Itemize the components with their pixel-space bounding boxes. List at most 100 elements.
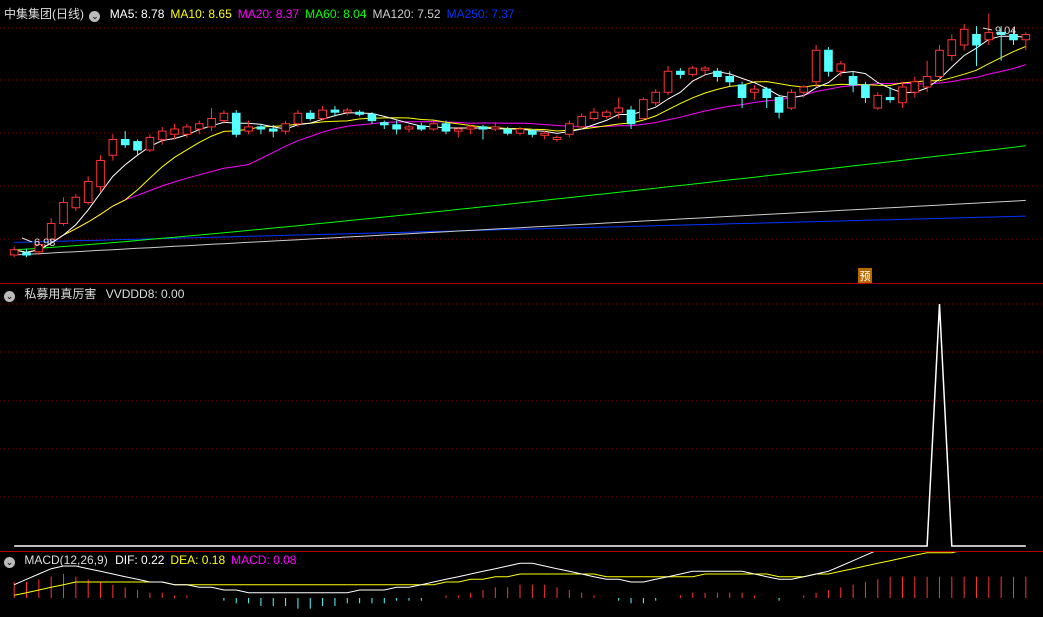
candle-body — [379, 122, 389, 126]
candle-body — [984, 31, 994, 41]
candle-body — [392, 124, 401, 130]
candle-body — [96, 160, 105, 188]
candle-body — [256, 126, 266, 130]
candle-body — [83, 181, 93, 203]
high-arrow — [982, 27, 993, 31]
candle-body — [157, 130, 167, 141]
candle-body — [898, 86, 907, 104]
candle-body — [503, 128, 512, 134]
indicator-value: VVDDD8: 0.00 — [105, 287, 185, 301]
candlestick-chart[interactable]: 9.04 6.98 预 — [0, 0, 1043, 284]
candle-body — [614, 107, 624, 113]
candle-body — [885, 97, 895, 101]
low-arrow — [21, 237, 33, 243]
vvddd8-line — [14, 303, 1026, 547]
candle-body — [170, 128, 179, 135]
chevron-down-icon[interactable]: ⌄ — [89, 11, 101, 22]
candle-body — [713, 70, 722, 77]
candle-body — [688, 67, 698, 75]
ma-legend-item: MA20: 8.37 — [237, 7, 300, 21]
candle-body — [108, 139, 118, 156]
ma-legend-item: MA60: 8.04 — [305, 7, 367, 21]
forecast-badge: 预 — [860, 270, 871, 283]
candle-body — [244, 126, 253, 132]
candle-body — [305, 112, 315, 119]
candle-body — [453, 128, 463, 132]
candle-body — [848, 76, 858, 86]
candle-body — [1021, 34, 1031, 41]
moving-average-line — [14, 199, 1026, 256]
candle-body — [194, 123, 204, 130]
candle-body — [367, 113, 377, 122]
ma-legend-item: MA250: 7.37 — [446, 7, 515, 21]
candle-body — [935, 49, 944, 77]
candle-body — [441, 123, 451, 132]
indicator-title: 私募用真厉害 — [24, 287, 97, 301]
candle-body — [22, 252, 31, 256]
candle-body — [972, 34, 981, 46]
candle-body — [133, 141, 142, 151]
candle-body — [540, 132, 549, 136]
candle-body — [9, 249, 19, 256]
candle-body — [922, 76, 932, 88]
macd-values: DIF: 0.22 DEA: 0.18 MACD: 0.08 — [115, 553, 302, 567]
candle-body — [774, 97, 784, 113]
stock-title: 中集集团(日线) — [4, 7, 84, 21]
ma-legend-item: MA5: 8.78 — [109, 7, 165, 21]
ma-legend-item: MA10: 8.65 — [170, 7, 232, 21]
candle-body — [491, 126, 500, 130]
candle-body — [811, 49, 821, 83]
candle-body — [552, 136, 562, 140]
candle-body — [268, 128, 278, 132]
candle-body — [737, 84, 747, 99]
ma-legend-item: MA120: 7.52 — [372, 7, 441, 21]
candle-body — [589, 111, 599, 119]
candle-body — [404, 126, 414, 130]
macd-legend: ⌄ MACD(12,26,9) DIF: 0.22 DEA: 0.18 MACD: … — [4, 552, 308, 568]
chevron-down-icon[interactable]: ⌄ — [4, 557, 15, 568]
candle-body — [787, 91, 796, 109]
chevron-down-icon[interactable]: ⌄ — [4, 291, 15, 302]
candle-body — [145, 136, 155, 151]
indicator-chart[interactable] — [0, 284, 1043, 552]
candle-body — [873, 94, 883, 109]
candle-body — [528, 130, 537, 135]
moving-average-line — [14, 45, 1026, 253]
price-legend: 中集集团(日线) ⌄ MA5: 8.78 MA10: 8.65 MA20: 8.37… — [4, 6, 527, 22]
candle-body — [836, 63, 846, 72]
candle-body — [824, 49, 833, 72]
candle-body — [355, 111, 364, 115]
candle-body — [478, 126, 488, 130]
candle-body — [651, 91, 661, 104]
candle-body — [318, 109, 327, 119]
candle-body — [725, 76, 735, 83]
ma-legend: MA5: 8.78 MA10: 8.65 MA20: 8.37 MA60: 8.04 M… — [110, 7, 521, 21]
price-panel: 中集集团(日线) ⌄ MA5: 8.78 MA10: 8.65 MA20: 8.37… — [0, 0, 1043, 284]
macd-legend-item: DEA: 0.18 — [170, 553, 226, 567]
high-price-label: 9.04 — [995, 25, 1016, 37]
candle-body — [416, 125, 426, 130]
candle-body — [182, 126, 192, 135]
candle-body — [602, 111, 611, 117]
candle-body — [59, 202, 68, 224]
candle-body — [207, 118, 216, 128]
candle-body — [663, 70, 673, 93]
macd-title: MACD(12,26,9) — [24, 553, 108, 567]
candle-body — [429, 123, 438, 130]
macd-legend-item: MACD: 0.08 — [231, 553, 297, 567]
low-price-label: 6.98 — [34, 237, 55, 249]
indicator-panel: ⌄ 私募用真厉害 VVDDD8: 0.00 — [0, 284, 1043, 552]
candle-body — [626, 109, 636, 125]
moving-average-line — [14, 64, 1026, 253]
candle-body — [700, 67, 710, 71]
candle-body — [342, 109, 352, 113]
candle-body — [120, 139, 130, 146]
candle-body — [219, 112, 229, 122]
candle-body — [293, 112, 303, 125]
candle-body — [639, 99, 648, 119]
candle-body — [577, 115, 587, 128]
candle-body — [281, 123, 290, 132]
moving-average-line — [14, 145, 1026, 251]
candle-body — [861, 84, 870, 99]
candle-body — [71, 196, 81, 209]
